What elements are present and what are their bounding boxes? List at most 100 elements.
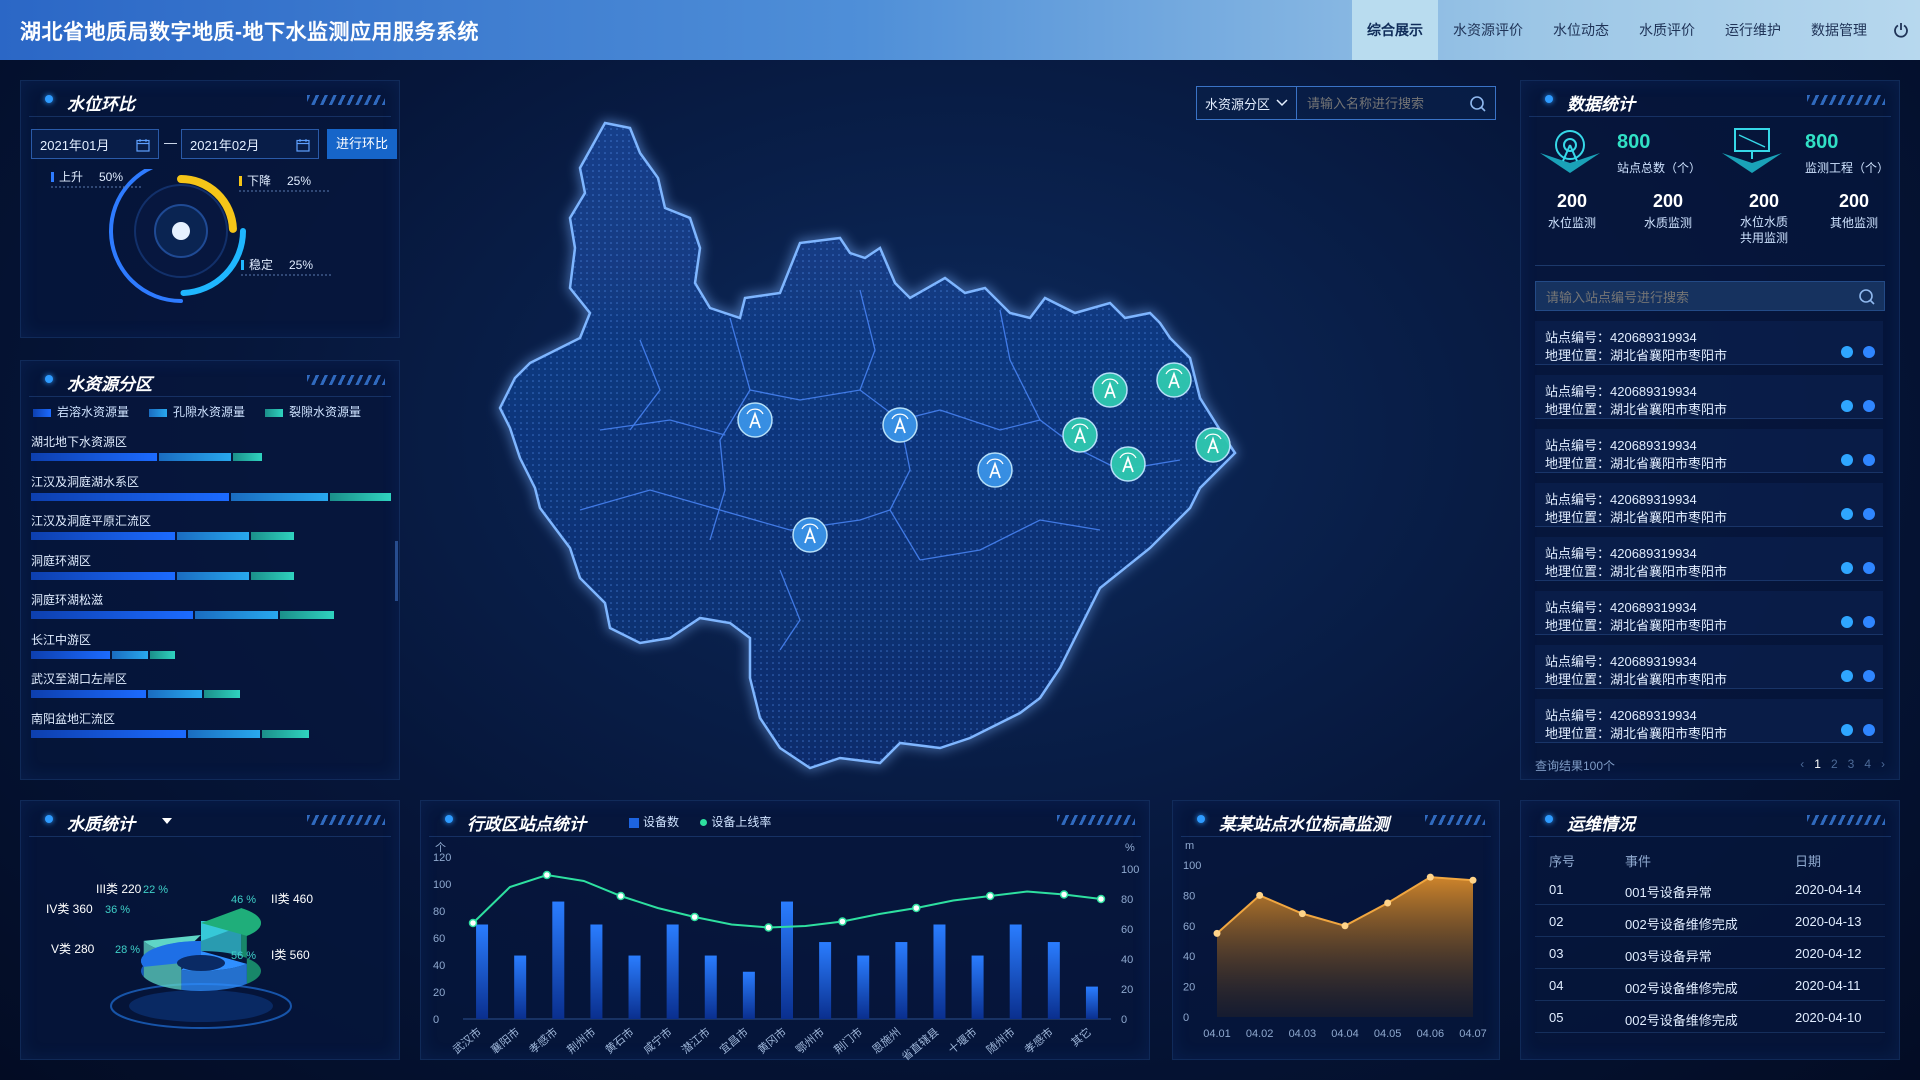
x-tick-label: 孝感市 bbox=[526, 1025, 560, 1057]
more-icon[interactable] bbox=[1863, 454, 1875, 466]
panel-title[interactable]: 水质统计 bbox=[67, 810, 135, 835]
station-marker-icon[interactable] bbox=[1195, 427, 1231, 463]
ops-index: 01 bbox=[1549, 882, 1564, 897]
compare-button[interactable]: 进行环比 bbox=[327, 129, 397, 159]
station-code: 站点编号：420689319934 bbox=[1545, 546, 1697, 561]
quality-percent: 46 % bbox=[231, 894, 256, 906]
zone-label: 洞庭环湖松滋 bbox=[31, 593, 104, 607]
sub-stat-value: 200 bbox=[1556, 191, 1588, 211]
station-marker-icon[interactable] bbox=[1062, 417, 1098, 453]
page-3[interactable]: 3 bbox=[1848, 757, 1855, 771]
marker-circle bbox=[737, 402, 773, 438]
location-pin-icon[interactable] bbox=[1841, 670, 1853, 682]
station-list-item[interactable]: 站点编号：420689319934 地理位置：湖北省襄阳市枣阳市 bbox=[1535, 375, 1883, 419]
zone-row: 洞庭环湖松滋 bbox=[31, 591, 391, 627]
more-icon[interactable] bbox=[1863, 562, 1875, 574]
location-pin-icon[interactable] bbox=[1841, 508, 1853, 520]
location-pin-icon[interactable] bbox=[1841, 562, 1853, 574]
start-date-field[interactable]: 2021年01月 bbox=[31, 129, 159, 159]
more-icon[interactable] bbox=[1863, 670, 1875, 682]
station-marker-icon[interactable] bbox=[792, 517, 828, 553]
prev-page-icon[interactable]: ‹ bbox=[1800, 757, 1804, 771]
caret-down-icon[interactable] bbox=[161, 817, 173, 825]
monitor-projects-label: 监测工程（个） bbox=[1805, 161, 1890, 175]
map-search-input[interactable] bbox=[1307, 91, 1457, 115]
station-marker-icon[interactable] bbox=[882, 407, 918, 443]
station-marker-icon[interactable] bbox=[737, 402, 773, 438]
station-list-item[interactable]: 站点编号：420689319934 地理位置：湖北省襄阳市枣阳市 bbox=[1535, 591, 1883, 635]
quality-label: II类 460 bbox=[271, 892, 313, 906]
search-icon[interactable] bbox=[1858, 288, 1876, 306]
station-list-item[interactable]: 站点编号：420689319934 地理位置：湖北省襄阳市枣阳市 bbox=[1535, 699, 1883, 743]
panel-title: 水位环比 bbox=[67, 95, 135, 114]
y-tick-label: 60 bbox=[433, 933, 445, 945]
x-tick-label: 04.05 bbox=[1374, 1028, 1402, 1040]
ops-table-row[interactable]: 01 001号设备异常 2020-04-14 bbox=[1535, 873, 1885, 905]
location-pin-icon[interactable] bbox=[1841, 400, 1853, 412]
station-marker-icon[interactable] bbox=[1110, 446, 1146, 482]
zone-bar-segment bbox=[31, 571, 175, 580]
zone-select[interactable]: 水资源分区 bbox=[1197, 87, 1297, 119]
device-bar bbox=[476, 924, 489, 1019]
more-icon[interactable] bbox=[1863, 724, 1875, 736]
nav-tab-resource-eval[interactable]: 水资源评价 bbox=[1438, 0, 1538, 60]
total-stations-label: 站点总数（个） bbox=[1617, 161, 1702, 175]
ops-table-row[interactable]: 03 003号设备异常 2020-04-12 bbox=[1535, 937, 1885, 969]
ops-table-row[interactable]: 05 002号设备维修完成 2020-04-10 bbox=[1535, 1001, 1885, 1033]
zone-label: 江汉及洞庭湖水系区 bbox=[31, 474, 140, 489]
ops-table-row[interactable]: 04 002号设备维修完成 2020-04-11 bbox=[1535, 969, 1885, 1001]
station-marker-icon[interactable] bbox=[977, 452, 1013, 488]
elevation-point bbox=[1384, 899, 1392, 907]
more-icon[interactable] bbox=[1863, 616, 1875, 628]
station-list-item[interactable]: 站点编号：420689319934 地理位置：湖北省襄阳市枣阳市 bbox=[1535, 537, 1883, 581]
y-tick-label: 60 bbox=[1121, 924, 1133, 936]
nav-tab-overview[interactable]: 综合展示 bbox=[1352, 0, 1438, 60]
station-marker-icon[interactable] bbox=[1092, 372, 1128, 408]
decorative-stripes bbox=[1807, 815, 1885, 825]
x-tick-label: 十堰市 bbox=[945, 1025, 979, 1057]
hubei-map[interactable] bbox=[480, 90, 1490, 810]
station-list-item[interactable]: 站点编号：420689319934 地理位置：湖北省襄阳市枣阳市 bbox=[1535, 321, 1883, 365]
chevron-down-icon bbox=[1276, 99, 1288, 107]
more-icon[interactable] bbox=[1863, 508, 1875, 520]
x-tick-label: 04.04 bbox=[1331, 1028, 1359, 1040]
station-marker-icon[interactable] bbox=[1156, 362, 1192, 398]
page-2[interactable]: 2 bbox=[1831, 757, 1838, 771]
station-code: 站点编号：420689319934 bbox=[1545, 708, 1697, 723]
nav-tab-operation[interactable]: 运行维护 bbox=[1710, 0, 1796, 60]
more-icon[interactable] bbox=[1863, 400, 1875, 412]
district-combo-chart: 个 %120100806040200100806040200武汉市 襄阳市 孝感市 荆州… bbox=[433, 841, 1139, 1061]
station-list-item[interactable]: 站点编号：420689319934 地理位置：湖北省襄阳市枣阳市 bbox=[1535, 645, 1883, 689]
scrollbar-thumb[interactable] bbox=[395, 541, 398, 601]
legend-tick bbox=[241, 260, 244, 270]
page-1[interactable]: 1 bbox=[1814, 757, 1821, 771]
next-page-icon[interactable]: › bbox=[1881, 757, 1885, 771]
more-icon[interactable] bbox=[1863, 346, 1875, 358]
location-pin-icon[interactable] bbox=[1841, 616, 1853, 628]
location-pin-icon[interactable] bbox=[1841, 346, 1853, 358]
station-search-input[interactable] bbox=[1546, 286, 1846, 308]
axis-unit: % bbox=[1125, 842, 1135, 854]
zone-label: 武汉至湖口左岸区 bbox=[31, 672, 128, 686]
nav-tab-water-level[interactable]: 水位动态 bbox=[1538, 0, 1624, 60]
panel-title: 某某站点水位标高监测 bbox=[1219, 815, 1389, 834]
nav-tab-data-management[interactable]: 数据管理 bbox=[1796, 0, 1882, 60]
nav-tab-quality-eval[interactable]: 水质评价 bbox=[1624, 0, 1710, 60]
station-list-item[interactable]: 站点编号：420689319934 地理位置：湖北省襄阳市枣阳市 bbox=[1535, 483, 1883, 527]
page-4[interactable]: 4 bbox=[1864, 757, 1871, 771]
ops-table-row[interactable]: 02 002号设备维修完成 2020-04-13 bbox=[1535, 905, 1885, 937]
location-pin-icon[interactable] bbox=[1841, 724, 1853, 736]
zone-bar-segment bbox=[251, 532, 295, 540]
x-tick-label: 04.06 bbox=[1417, 1028, 1445, 1040]
panel-water-zones: 水资源分区 岩溶水资源量 孔隙水资源量 裂隙水资源量 湖北地下水资源区 江汉及洞庭… bbox=[20, 360, 400, 780]
station-list-item[interactable]: 站点编号：420689319934 地理位置：湖北省襄阳市枣阳市 bbox=[1535, 429, 1883, 473]
end-date-field[interactable]: 2021年02月 bbox=[181, 129, 319, 159]
zone-bar-segment bbox=[330, 492, 392, 501]
location-pin-icon[interactable] bbox=[1841, 454, 1853, 466]
total-stations-value: 800 bbox=[1617, 131, 1651, 153]
search-icon[interactable] bbox=[1469, 95, 1487, 113]
device-bar bbox=[666, 924, 679, 1019]
ops-index: 04 bbox=[1549, 978, 1564, 993]
zone-bar-segment bbox=[177, 571, 249, 580]
power-button[interactable] bbox=[1882, 0, 1920, 60]
